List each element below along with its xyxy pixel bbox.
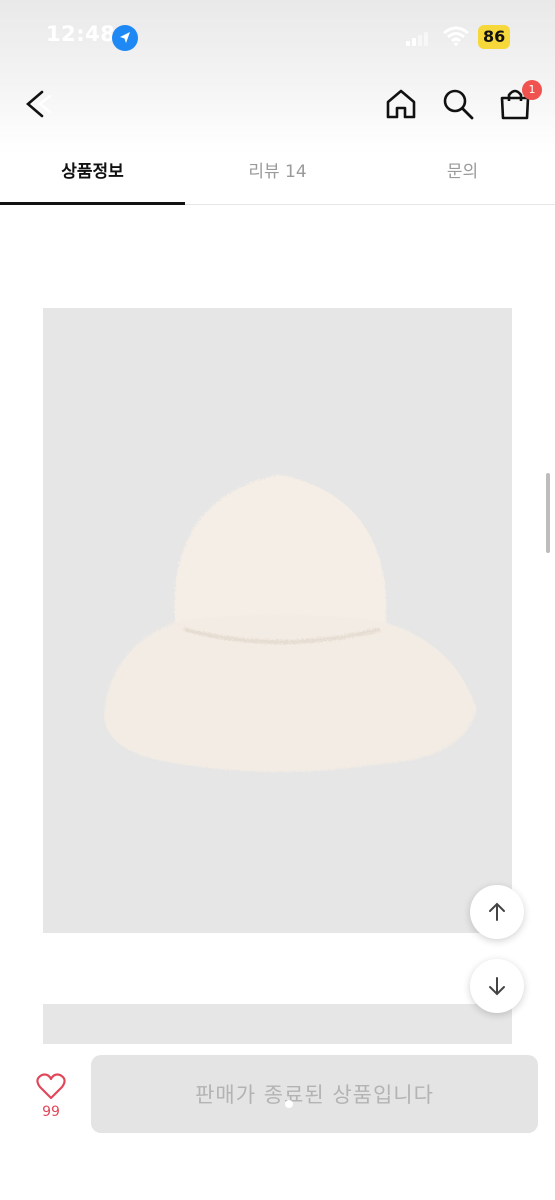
home-icon[interactable]	[383, 86, 419, 122]
status-time: 12:48	[46, 22, 116, 46]
status-bar: 12:48 86	[0, 0, 555, 76]
app-header: 1	[0, 76, 555, 154]
tab-label: 문의	[446, 162, 479, 182]
scroll-down-button[interactable]	[470, 959, 524, 1013]
search-icon[interactable]	[440, 86, 476, 122]
arrow-up-icon	[489, 902, 505, 921]
sold-out-button[interactable]: 판매가 종료된 상품입니다	[91, 1055, 538, 1133]
wifi-icon	[443, 26, 469, 46]
heart-icon[interactable]	[36, 1072, 66, 1100]
tab-label: 상품정보	[61, 162, 124, 182]
location-arrow-icon	[112, 25, 138, 51]
battery-indicator: 86	[478, 25, 511, 49]
bucket-hat-image	[102, 473, 475, 771]
page-indicator-dot	[285, 1100, 293, 1108]
tab-product-info[interactable]: 상품정보	[0, 154, 185, 205]
cart-count-badge: 1	[522, 80, 542, 100]
active-tab-indicator	[0, 202, 185, 205]
arrow-down-icon	[489, 977, 505, 996]
tab-label: 리뷰 14	[248, 162, 307, 182]
product-tabs: 상품정보 리뷰 14 문의	[0, 154, 555, 205]
bottom-action-bar: 99 판매가 종료된 상품입니다	[0, 1044, 555, 1200]
product-image-secondary	[43, 1004, 512, 1044]
like-count: 99	[42, 1104, 60, 1120]
scroll-indicator[interactable]	[546, 473, 550, 553]
product-image	[43, 308, 512, 933]
scroll-up-button[interactable]	[470, 885, 524, 939]
back-icon[interactable]	[22, 86, 58, 122]
cellular-signal-icon	[406, 30, 432, 46]
tab-reviews[interactable]: 리뷰 14	[185, 154, 370, 204]
tab-inquiry[interactable]: 문의	[370, 154, 555, 204]
